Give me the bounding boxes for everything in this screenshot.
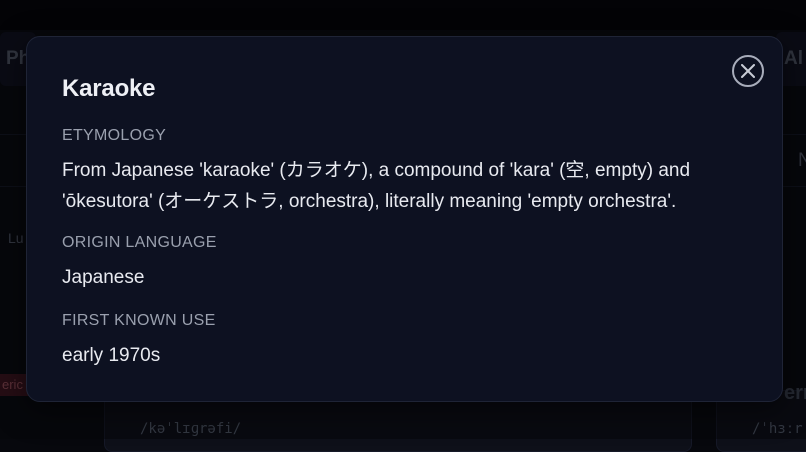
origin-language-label: ORIGIN LANGUAGE <box>62 234 217 251</box>
etymology-modal: Karaoke ETYMOLOGY From Japanese 'karaoke… <box>26 36 783 402</box>
close-button[interactable] <box>732 55 764 87</box>
etymology-value: From Japanese 'karaoke' (カラオケ), a compou… <box>62 160 691 212</box>
etymology-label: ETYMOLOGY <box>62 127 167 144</box>
origin-language-value: Japanese <box>62 267 145 288</box>
first-known-use-value: early 1970s <box>62 345 161 366</box>
close-icon <box>741 64 755 78</box>
modal-title: Karaoke <box>62 75 156 102</box>
first-known-use-label: FIRST KNOWN USE <box>62 312 216 329</box>
